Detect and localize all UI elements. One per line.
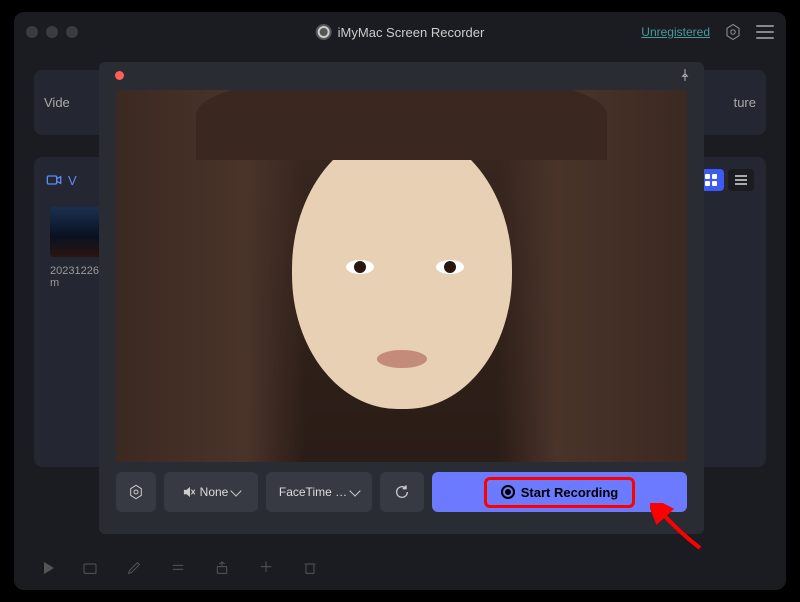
app-title: iMyMac Screen Recorder: [316, 24, 485, 40]
app-title-text: iMyMac Screen Recorder: [338, 25, 485, 40]
view-toggles: [698, 169, 754, 191]
start-recording-button[interactable]: Start Recording: [432, 472, 687, 512]
camera-preview: [116, 90, 687, 462]
modal-titlebar: [99, 62, 704, 88]
maximize-window-button[interactable]: [66, 26, 78, 38]
audio-source-dropdown[interactable]: None: [164, 472, 258, 512]
speaker-muted-icon: [182, 485, 196, 499]
titlebar: iMyMac Screen Recorder Unregistered: [14, 12, 786, 52]
audio-source-label: None: [200, 485, 229, 499]
menu-icon[interactable]: [756, 25, 774, 39]
start-recording-label: Start Recording: [521, 485, 619, 500]
titlebar-right: Unregistered: [641, 23, 774, 41]
camera-icon: [46, 173, 62, 187]
refresh-icon: [394, 484, 410, 500]
pin-icon[interactable]: [678, 68, 692, 82]
list-view-button[interactable]: [728, 169, 754, 191]
play-icon[interactable]: [44, 562, 54, 574]
camera-source-dropdown[interactable]: FaceTime …: [266, 472, 372, 512]
edit-icon[interactable]: [126, 560, 142, 576]
refresh-button[interactable]: [380, 472, 424, 512]
rename-icon[interactable]: [170, 560, 186, 576]
share-icon[interactable]: [214, 560, 230, 576]
modal-settings-button[interactable]: [116, 472, 156, 512]
webcam-modal: None FaceTime … Start Recording: [99, 62, 704, 534]
settings-icon[interactable]: [724, 23, 742, 41]
minimize-window-button[interactable]: [46, 26, 58, 38]
chevron-down-icon: [231, 485, 242, 496]
gear-icon: [128, 484, 144, 500]
grid-icon: [705, 174, 717, 186]
modal-toolbar: None FaceTime … Start Recording: [99, 472, 704, 524]
unregistered-link[interactable]: Unregistered: [641, 25, 710, 39]
chevron-down-icon: [349, 485, 360, 496]
camera-source-label: FaceTime …: [279, 485, 347, 499]
record-icon: [501, 485, 515, 499]
traffic-lights: [26, 26, 78, 38]
close-window-button[interactable]: [26, 26, 38, 38]
section-label: V: [68, 173, 77, 188]
compress-icon[interactable]: [258, 560, 274, 576]
list-icon: [735, 175, 747, 185]
delete-icon[interactable]: [302, 560, 318, 576]
highlight-annotation: Start Recording: [484, 477, 636, 508]
app-logo-icon: [316, 24, 332, 40]
folder-icon[interactable]: [82, 560, 98, 576]
bottom-toolbar: [44, 560, 318, 576]
recording-indicator-icon: [115, 71, 124, 80]
